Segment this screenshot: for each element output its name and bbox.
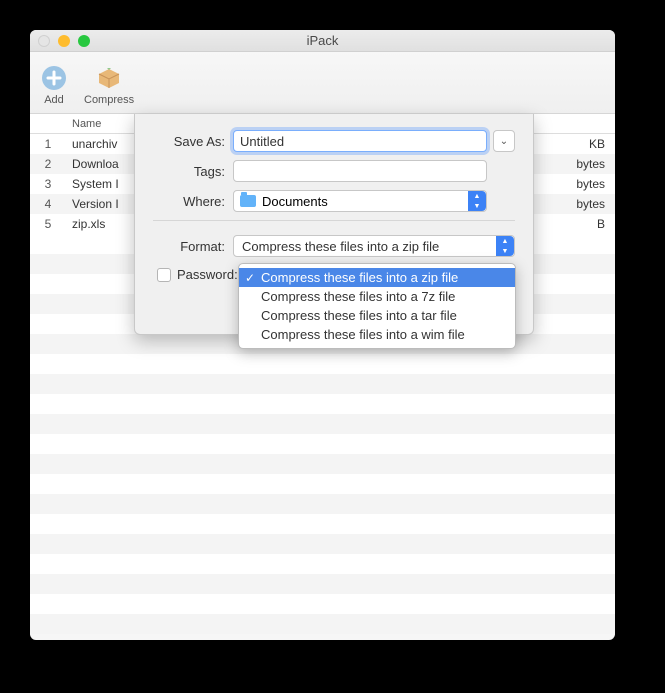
window-title: iPack — [307, 33, 339, 48]
add-button[interactable]: Add — [40, 64, 68, 106]
dropdown-item-wim[interactable]: Compress these files into a wim file — [239, 325, 515, 344]
minimize-window-button[interactable] — [58, 35, 70, 47]
where-select[interactable]: Documents ▲▼ — [233, 190, 487, 212]
save-sheet: Save As: ⌄ Tags: Where: Documents ▲▼ — [134, 114, 534, 335]
folder-icon — [240, 195, 256, 207]
add-icon — [40, 64, 68, 92]
format-dropdown-menu: Compress these files into a zip file Com… — [238, 263, 516, 349]
stepper-icon: ▲▼ — [468, 191, 486, 211]
close-window-button[interactable] — [38, 35, 50, 47]
stepper-icon: ▲▼ — [496, 236, 514, 256]
zoom-window-button[interactable] — [78, 35, 90, 47]
toolbar: Add Compress — [30, 52, 615, 114]
save-as-input[interactable] — [233, 130, 487, 152]
password-checkbox[interactable] — [157, 268, 171, 282]
format-select[interactable]: Compress these files into a zip file ▲▼ — [233, 235, 515, 257]
divider — [153, 220, 515, 221]
format-value: Compress these files into a zip file — [242, 239, 439, 254]
dropdown-item-tar[interactable]: Compress these files into a tar file — [239, 306, 515, 325]
tags-input[interactable] — [233, 160, 487, 182]
dropdown-item-zip[interactable]: Compress these files into a zip file — [239, 268, 515, 287]
tags-label: Tags: — [153, 164, 225, 179]
where-label: Where: — [153, 194, 225, 209]
compress-label: Compress — [84, 94, 134, 106]
where-value: Documents — [262, 194, 328, 209]
traffic-lights — [38, 35, 90, 47]
chevron-down-icon: ⌄ — [500, 136, 508, 147]
compress-button[interactable]: Compress — [84, 64, 134, 106]
add-label: Add — [44, 94, 64, 106]
save-as-label: Save As: — [153, 134, 225, 149]
password-label: Password: — [177, 267, 238, 282]
dropdown-item-7z[interactable]: Compress these files into a 7z file — [239, 287, 515, 306]
titlebar[interactable]: iPack — [30, 30, 615, 52]
app-window: iPack Add Compress Name 1unarchivKB 2Dow… — [30, 30, 615, 640]
expand-button[interactable]: ⌄ — [493, 130, 515, 152]
box-icon — [95, 64, 123, 92]
format-label: Format: — [153, 239, 225, 254]
